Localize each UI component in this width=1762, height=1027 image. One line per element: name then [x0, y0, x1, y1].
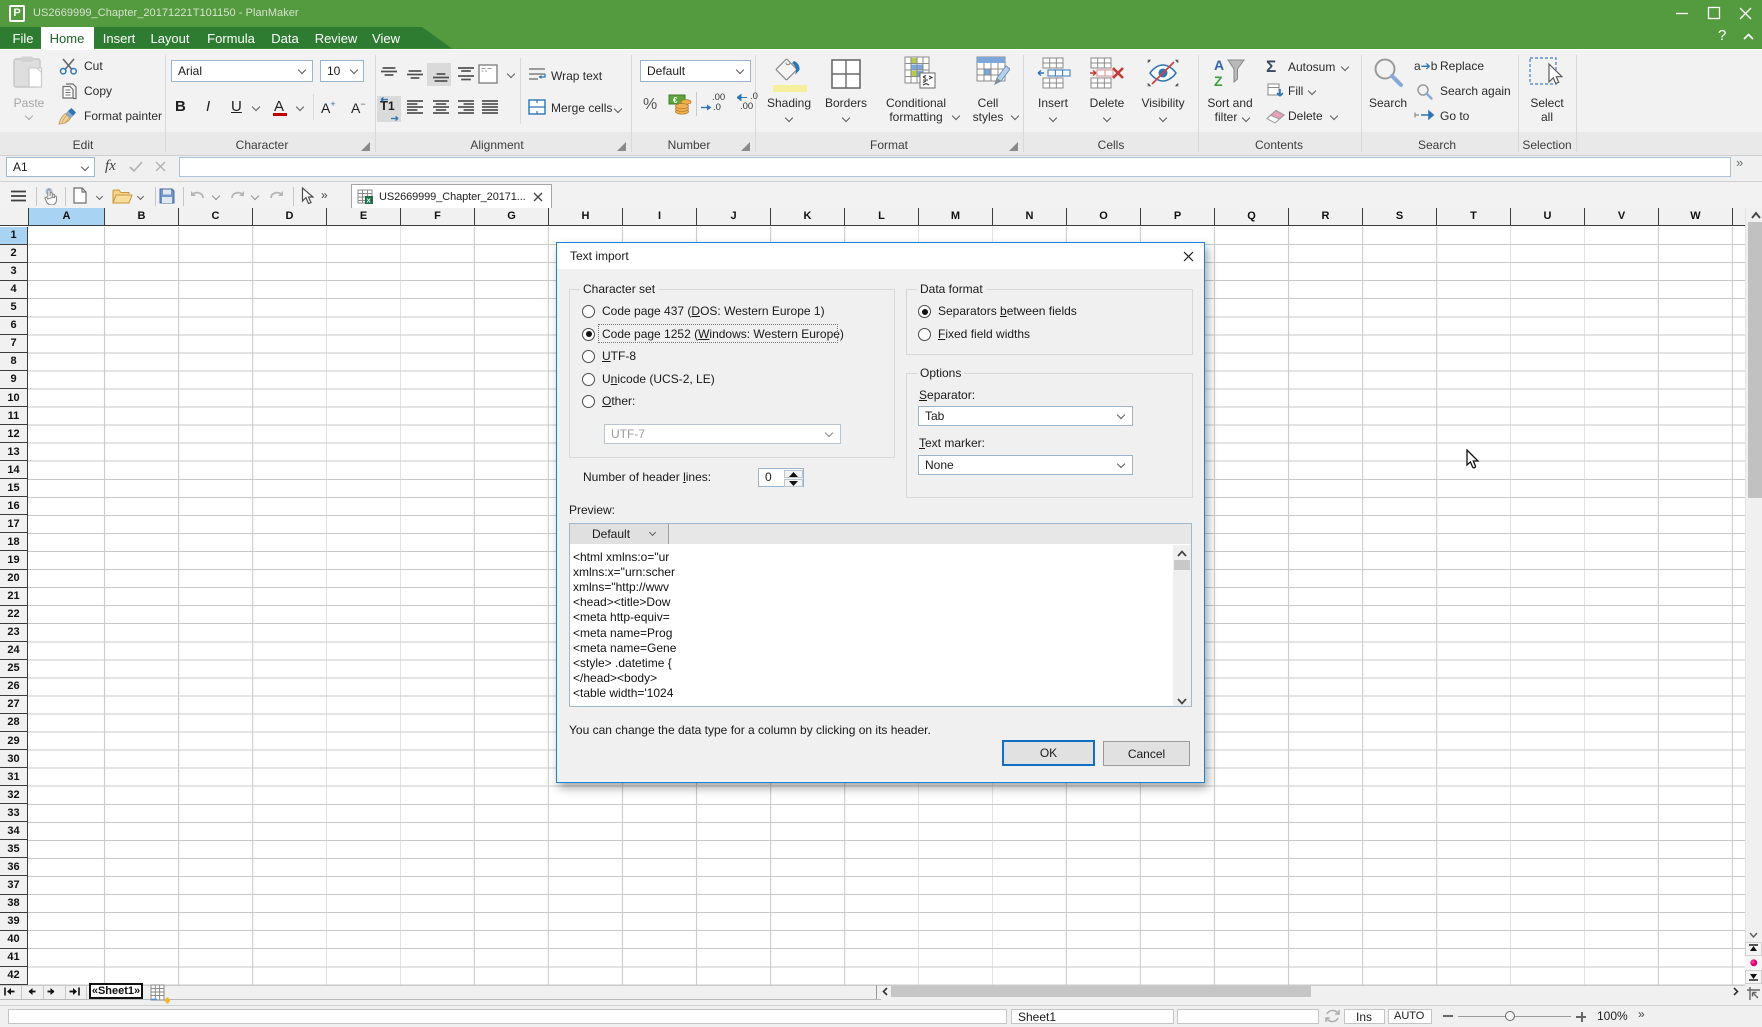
svg-text:A: A [1214, 57, 1224, 73]
svg-text:Z: Z [1214, 73, 1223, 89]
svg-text:€: € [673, 96, 678, 105]
